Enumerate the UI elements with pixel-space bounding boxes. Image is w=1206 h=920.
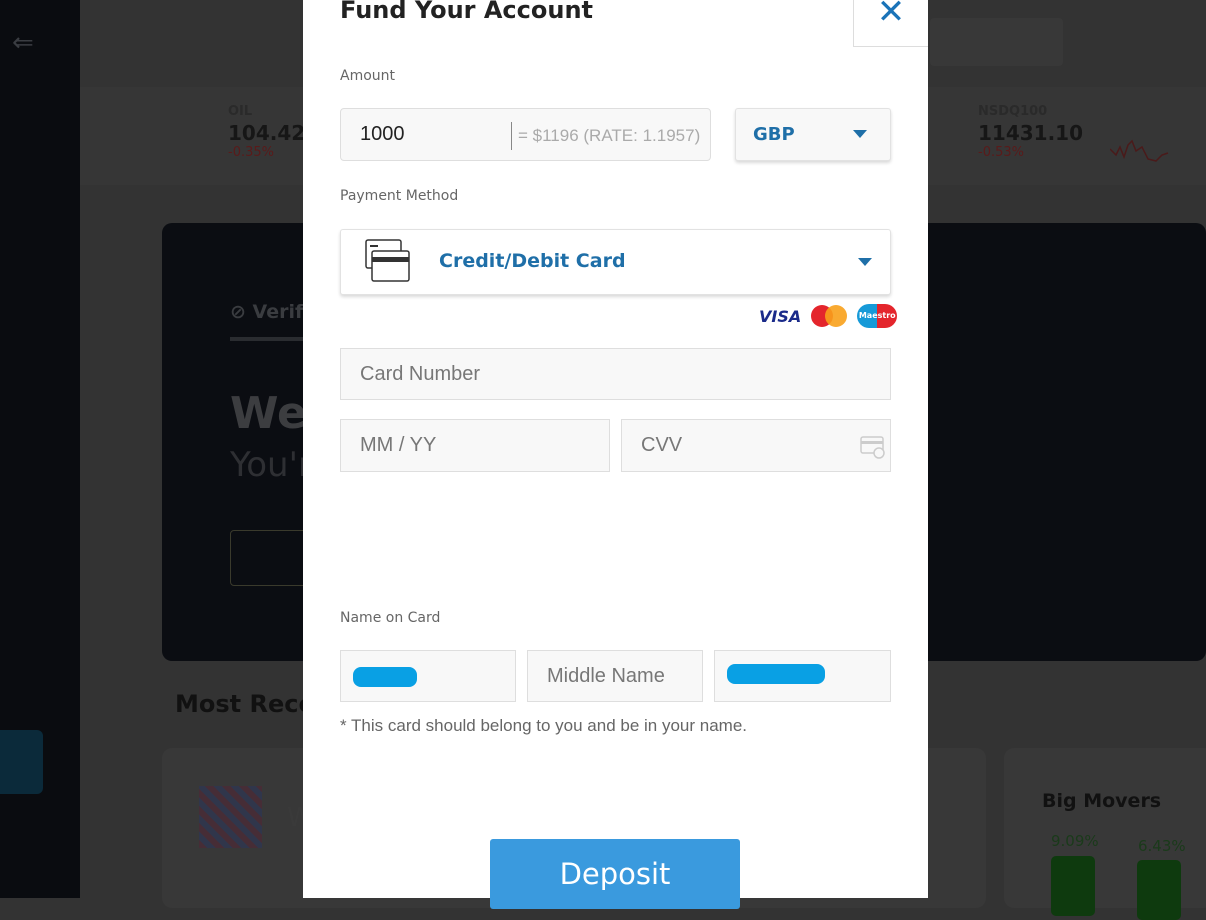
uk-flag-icon: [199, 786, 262, 848]
search-bar[interactable]: [930, 18, 1063, 66]
middle-name-placeholder: Middle Name: [547, 664, 665, 687]
currency-value: GBP: [753, 124, 795, 145]
name-on-card-label: Name on Card: [340, 610, 441, 626]
maestro-logo: Maestro: [857, 304, 898, 328]
ticker-oil[interactable]: OIL 104.42 -0.35%: [228, 104, 305, 160]
expiry-input[interactable]: MM / YY: [340, 419, 610, 472]
payment-method-select[interactable]: Credit/Debit Card: [340, 229, 891, 295]
sidebar: ⇐: [0, 0, 80, 898]
cvv-input[interactable]: CVV: [621, 419, 891, 472]
mastercard-logo: [811, 305, 848, 327]
ticker-change: -0.35%: [228, 145, 274, 160]
sidebar-active-item[interactable]: [0, 730, 43, 794]
amount-label: Amount: [340, 68, 396, 84]
first-name-input[interactable]: [340, 650, 516, 702]
chevron-down-icon: [853, 130, 867, 138]
card-number-input[interactable]: Card Number: [340, 348, 891, 400]
ticker-symbol: OIL: [228, 104, 253, 119]
ticker-price: 11431.10: [978, 121, 1084, 145]
conversion-rate: = $1196 (RATE: 1.1957): [511, 122, 700, 150]
collapse-menu-icon[interactable]: ⇐: [12, 28, 34, 58]
mover-bar[interactable]: [1051, 856, 1095, 916]
currency-select[interactable]: GBP: [735, 108, 891, 161]
ticker-symbol: NSDQ100: [978, 104, 1048, 119]
close-icon: ✕: [876, 0, 906, 32]
modal-title: Fund Your Account: [340, 0, 594, 24]
cvv-card-icon: [860, 436, 885, 459]
ticker-change: -0.53%: [978, 145, 1024, 160]
welcome-subtitle: You'r: [230, 445, 312, 485]
cvv-placeholder: CVV: [641, 434, 683, 456]
big-movers-card: Big Movers 9.09% 6.43%: [1004, 748, 1206, 920]
credit-card-icon: [365, 239, 410, 282]
mover-bar[interactable]: [1137, 860, 1181, 920]
ticker-price: 104.42: [228, 121, 306, 145]
middle-name-input[interactable]: Middle Name: [527, 650, 703, 702]
ticker-nsdq100[interactable]: NSDQ100 11431.10 -0.53%: [978, 104, 1083, 160]
expiry-placeholder: MM / YY: [360, 434, 437, 456]
tab-indicator: [230, 337, 310, 341]
payment-method-value: Credit/Debit Card: [439, 250, 626, 272]
card-brand-logos: VISA Maestro: [759, 304, 898, 328]
banner-button[interactable]: [230, 530, 310, 586]
card-ownership-note: * This card should belong to you and be …: [340, 716, 748, 735]
mover-value: 6.43%: [1138, 837, 1186, 855]
chevron-down-icon: [858, 258, 872, 266]
mover-value: 9.09%: [1051, 832, 1099, 850]
big-movers-title: Big Movers: [1042, 790, 1162, 812]
payment-method-label: Payment Method: [340, 188, 459, 204]
sparkline-icon: [1110, 139, 1169, 162]
amount-input[interactable]: 1000 = $1196 (RATE: 1.1957): [340, 108, 711, 161]
redacted-first-name: [353, 667, 417, 687]
deposit-button[interactable]: Deposit: [490, 839, 740, 909]
close-button[interactable]: ✕: [853, 0, 928, 47]
redacted-last-name: [727, 664, 825, 684]
fund-account-modal: Fund Your Account ✕ Amount 1000 = $1196 …: [303, 0, 928, 909]
last-name-input[interactable]: [714, 650, 891, 702]
visa-logo: VISA: [759, 306, 802, 326]
card-number-placeholder: Card Number: [360, 362, 481, 385]
amount-value: 1000: [360, 123, 405, 145]
